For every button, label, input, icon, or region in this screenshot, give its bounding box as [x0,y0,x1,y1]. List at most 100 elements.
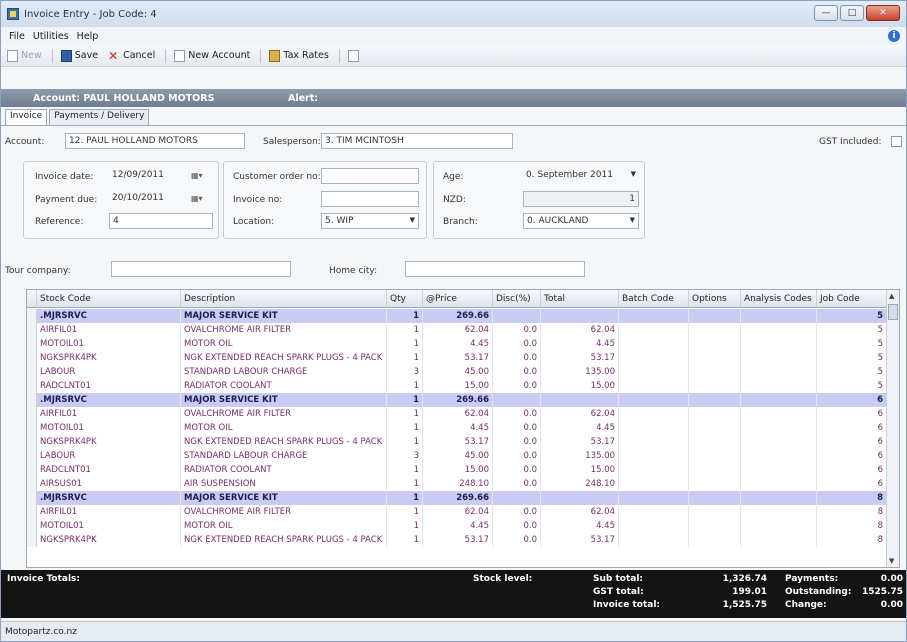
row-indicator[interactable] [27,505,37,519]
calendar-dropdown-icon[interactable]: ▦▾ [191,171,207,183]
cell-total[interactable] [541,393,619,407]
column-header-batch-code[interactable]: Batch Code [619,290,689,308]
cell-batch-code[interactable] [619,463,689,477]
cell-job-code[interactable]: 5 [817,323,887,337]
cell-job-code[interactable]: 5 [817,351,887,365]
cell-qty[interactable]: 1 [387,379,423,393]
cell-price[interactable]: 45.00 [423,449,493,463]
cell-price[interactable]: 62.04 [423,323,493,337]
tab-invoice[interactable]: Invoice [5,109,48,125]
cell-options[interactable] [689,407,741,421]
cell-analysis-codes[interactable] [741,533,817,547]
cell-discount[interactable]: 0.0 [493,449,541,463]
new-account-button[interactable]: New Account [174,49,250,62]
cell-stock-code[interactable]: MOTOIL01 [37,421,181,435]
cell-price[interactable]: 53.17 [423,435,493,449]
age-select[interactable]: 0. September 2011 ▼ [523,168,639,184]
account-field[interactable]: 12. PAUL HOLLAND MOTORS [65,133,245,149]
cell-discount[interactable]: 0.0 [493,533,541,547]
cell-stock-code[interactable]: LABOUR [37,365,181,379]
cell-batch-code[interactable] [619,323,689,337]
row-indicator[interactable] [27,351,37,365]
cell-price[interactable]: 15.00 [423,463,493,477]
cell-analysis-codes[interactable] [741,323,817,337]
scroll-down-arrow-icon[interactable]: ▼ [889,557,894,565]
cell-qty[interactable]: 1 [387,337,423,351]
cell-qty[interactable]: 1 [387,421,423,435]
cell-total[interactable]: 135.00 [541,449,619,463]
home-city-field[interactable] [405,261,585,277]
cell-total[interactable]: 4.45 [541,519,619,533]
row-indicator[interactable] [27,533,37,547]
table-row[interactable]: NGKSPRK4PK NGK EXTENDED REACH SPARK PLUGS… [27,351,887,365]
cell-options[interactable] [689,309,741,323]
cell-qty[interactable]: 3 [387,449,423,463]
cell-description[interactable]: STANDARD LABOUR CHARGE [181,449,387,463]
cell-analysis-codes[interactable] [741,491,817,505]
menu-help[interactable]: Help [77,31,99,42]
cell-job-code[interactable]: 5 [817,337,887,351]
cell-qty[interactable]: 3 [387,365,423,379]
cell-options[interactable] [689,505,741,519]
row-indicator[interactable] [27,393,37,407]
cell-stock-code[interactable]: MOTOIL01 [37,337,181,351]
cell-batch-code[interactable] [619,533,689,547]
cell-options[interactable] [689,393,741,407]
cell-job-code[interactable]: 6 [817,393,887,407]
cell-discount[interactable]: 0.0 [493,323,541,337]
column-header-discount[interactable]: Disc(%) [493,290,541,308]
cell-qty[interactable]: 1 [387,351,423,365]
cell-batch-code[interactable] [619,477,689,491]
cell-options[interactable] [689,365,741,379]
row-indicator[interactable] [27,323,37,337]
cell-price[interactable]: 269.66 [423,309,493,323]
cell-options[interactable] [689,449,741,463]
cell-qty[interactable]: 1 [387,407,423,421]
row-indicator[interactable] [27,421,37,435]
column-header-analysis-codes[interactable]: Analysis Codes [741,290,817,308]
cell-job-code[interactable]: 6 [817,449,887,463]
cell-discount[interactable] [493,491,541,505]
cell-batch-code[interactable] [619,365,689,379]
table-row[interactable]: AIRSUS01 AIR SUSPENSION 1 248.10 0.0 248.10 6 [27,477,887,491]
cell-analysis-codes[interactable] [741,421,817,435]
cell-job-code[interactable]: 8 [817,505,887,519]
cell-batch-code[interactable] [619,449,689,463]
cell-options[interactable] [689,533,741,547]
cell-qty[interactable]: 1 [387,323,423,337]
cell-analysis-codes[interactable] [741,449,817,463]
new-button[interactable]: New [7,49,42,62]
cell-options[interactable] [689,337,741,351]
cell-options[interactable] [689,435,741,449]
cell-price[interactable]: 15.00 [423,379,493,393]
cell-stock-code[interactable]: MOTOIL01 [37,519,181,533]
cell-description[interactable]: MOTOR OIL [181,519,387,533]
cell-total[interactable]: 62.04 [541,323,619,337]
cell-stock-code[interactable]: AIRSUS01 [37,477,181,491]
cell-options[interactable] [689,323,741,337]
close-button[interactable]: ✕ [866,5,900,21]
row-indicator[interactable] [27,449,37,463]
cell-description[interactable]: NGK EXTENDED REACH SPARK PLUGS - 4 PACK [181,435,387,449]
cell-qty[interactable]: 1 [387,435,423,449]
cell-job-code[interactable]: 6 [817,435,887,449]
salesperson-field[interactable]: 3. TIM MCINTOSH [321,133,513,149]
row-indicator[interactable] [27,519,37,533]
table-row[interactable]: NGKSPRK4PK NGK EXTENDED REACH SPARK PLUGS… [27,435,887,449]
row-indicator[interactable] [27,309,37,323]
cell-price[interactable]: 4.45 [423,519,493,533]
cell-job-code[interactable]: 8 [817,519,887,533]
cell-total[interactable]: 53.17 [541,435,619,449]
cell-price[interactable]: 4.45 [423,337,493,351]
cell-qty[interactable]: 1 [387,463,423,477]
cell-description[interactable]: RADIATOR COOLANT [181,463,387,477]
table-row[interactable]: AIRFIL01 OVALCHROME AIR FILTER 1 62.04 0.0 62… [27,505,887,519]
table-row[interactable]: NGKSPRK4PK NGK EXTENDED REACH SPARK PLUGS… [27,533,887,547]
cell-analysis-codes[interactable] [741,519,817,533]
cell-total[interactable]: 4.45 [541,421,619,435]
cell-qty[interactable]: 1 [387,505,423,519]
cell-job-code[interactable]: 8 [817,533,887,547]
cell-description[interactable]: MOTOR OIL [181,421,387,435]
cell-qty[interactable]: 1 [387,491,423,505]
cell-price[interactable]: 248.10 [423,477,493,491]
